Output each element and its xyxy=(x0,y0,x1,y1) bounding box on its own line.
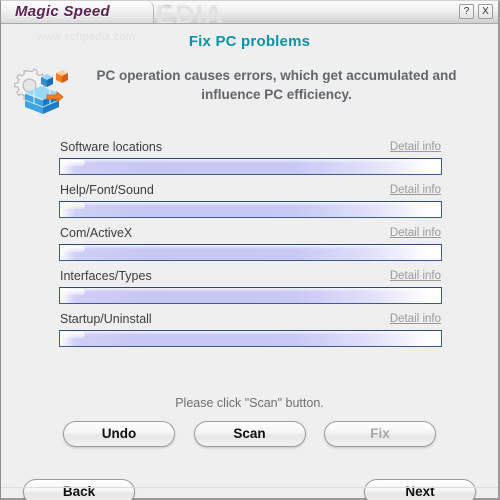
undo-button[interactable]: Undo xyxy=(63,421,175,447)
footer-divider xyxy=(1,487,498,488)
window-controls: ? X xyxy=(459,4,493,19)
progress-bar xyxy=(59,158,442,175)
window-title: Magic Speed xyxy=(15,3,110,20)
progress-bar-shade xyxy=(60,159,441,163)
progress-bar xyxy=(59,330,442,347)
window-inner: SOFTPEDIA Magic Speed ™ ? X www.softpedi… xyxy=(1,1,498,500)
scan-item-help-font-sound: Help/Font/Sound Detail info xyxy=(59,183,442,226)
fix-button[interactable]: Fix xyxy=(324,421,436,447)
progress-bar-shade xyxy=(60,202,441,206)
window-frame: SOFTPEDIA Magic Speed ™ ? X www.softpedi… xyxy=(0,0,500,500)
scan-item-startup-uninstall: Startup/Uninstall Detail info xyxy=(59,312,442,355)
detail-info-link[interactable]: Detail info xyxy=(390,141,441,153)
help-button[interactable]: ? xyxy=(459,4,474,19)
progress-bar-shade xyxy=(60,245,441,249)
progress-bar-shade xyxy=(60,288,441,292)
window-content: www.softpedia.com Fix PC problems PC ope… xyxy=(1,24,498,500)
progress-bar-gloss xyxy=(63,289,85,295)
detail-info-link[interactable]: Detail info xyxy=(390,313,441,325)
progress-bar-gloss xyxy=(63,203,85,209)
progress-bar-gloss xyxy=(63,160,85,166)
intro-section: PC operation causes errors, which get ac… xyxy=(1,62,498,124)
scan-item-interfaces-types: Interfaces/Types Detail info xyxy=(59,269,442,312)
action-button-row: Undo Scan Fix xyxy=(63,421,436,447)
progress-bar xyxy=(59,244,442,261)
progress-bar-gloss xyxy=(63,332,85,338)
page-title: Fix PC problems xyxy=(188,33,311,50)
status-message: Please click "Scan" button. xyxy=(175,396,324,410)
title-bar: SOFTPEDIA Magic Speed ™ ? X xyxy=(1,1,498,24)
next-button[interactable]: Next xyxy=(364,479,476,500)
progress-bar-shade xyxy=(60,331,441,335)
detail-info-link[interactable]: Detail info xyxy=(390,227,441,239)
scan-category-list: Software locations Detail info Help/Font… xyxy=(59,140,442,355)
scan-item-header: Software locations Detail info xyxy=(59,140,442,157)
registry-gear-icon xyxy=(9,64,73,120)
scan-item-header: Com/ActiveX Detail info xyxy=(59,226,442,243)
scan-item-header: Startup/Uninstall Detail info xyxy=(59,312,442,329)
scan-item-com-activex: Com/ActiveX Detail info xyxy=(59,226,442,269)
scan-item-label: Startup/Uninstall xyxy=(60,312,152,326)
scan-item-label: Software locations xyxy=(60,140,163,154)
scan-item-label: Interfaces/Types xyxy=(60,269,152,283)
scan-item-header: Help/Font/Sound Detail info xyxy=(59,183,442,200)
progress-bar xyxy=(59,201,442,218)
intro-description: PC operation causes errors, which get ac… xyxy=(96,68,457,102)
navigation-button-row: Back Next xyxy=(23,479,476,500)
trademark-symbol: ™ xyxy=(163,3,171,12)
scan-item-label: Com/ActiveX xyxy=(60,226,133,240)
progress-bar xyxy=(59,287,442,304)
scan-item-label: Help/Font/Sound xyxy=(60,183,154,197)
scan-item-header: Interfaces/Types Detail info xyxy=(59,269,442,286)
progress-bar-gloss xyxy=(63,246,85,252)
scan-item-software-locations: Software locations Detail info xyxy=(59,140,442,183)
scan-button[interactable]: Scan xyxy=(193,421,306,447)
close-button[interactable]: X xyxy=(478,4,493,19)
application-window: SOFTPEDIA Magic Speed ™ ? X www.softpedi… xyxy=(0,0,500,500)
back-button[interactable]: Back xyxy=(23,479,135,500)
detail-info-link[interactable]: Detail info xyxy=(390,270,441,282)
detail-info-link[interactable]: Detail info xyxy=(390,184,441,196)
